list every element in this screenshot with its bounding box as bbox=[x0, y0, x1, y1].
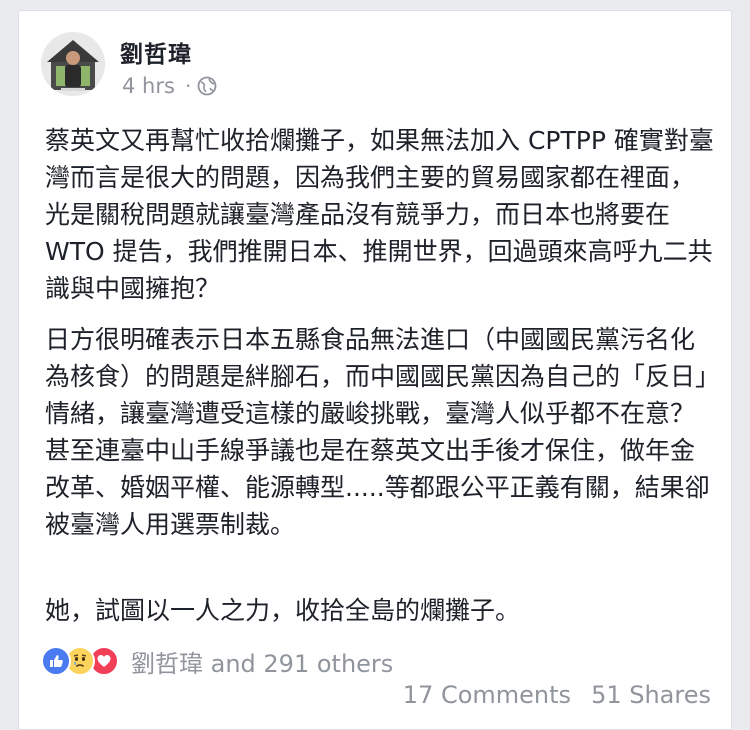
post-paragraph-1: 蔡英文又再幫忙收拾爛攤子，如果無法加入 CPTPP 確實對臺灣而言是很大的問題，… bbox=[45, 126, 714, 303]
shares-count-link[interactable]: 51 Shares bbox=[591, 681, 711, 709]
author-name[interactable]: 劉哲瑋 bbox=[120, 35, 192, 69]
reaction-summary-text[interactable]: 劉哲瑋 and 291 others bbox=[131, 644, 393, 679]
avatar[interactable] bbox=[41, 32, 105, 96]
avatar-photo bbox=[41, 32, 105, 96]
post-paragraph-2: 日方很明確表示日本五縣食品無法進口（中國國民黨污名化為核食）的問題是絆腳石，而中… bbox=[45, 325, 710, 539]
meta-separator: · bbox=[185, 74, 192, 98]
post-paragraph-3: 她，試圖以一人之力，收拾全島的爛攤子。 bbox=[45, 596, 521, 625]
comments-count-link[interactable]: 17 Comments bbox=[403, 681, 571, 709]
post-meta: 4 hrs · bbox=[122, 73, 217, 99]
post-card: 劉哲瑋 4 hrs · 蔡英文又再幫忙收拾爛攤子，如果無法加入 CPTPP 確實… bbox=[18, 10, 732, 730]
reaction-summary[interactable]: 劉哲瑋 and 291 others bbox=[41, 644, 393, 679]
post-timestamp[interactable]: 4 hrs bbox=[122, 74, 182, 98]
engagement-counts: 17 Comments 51 Shares bbox=[403, 681, 711, 709]
globe-icon[interactable] bbox=[197, 76, 217, 96]
like-icon[interactable] bbox=[41, 646, 71, 676]
